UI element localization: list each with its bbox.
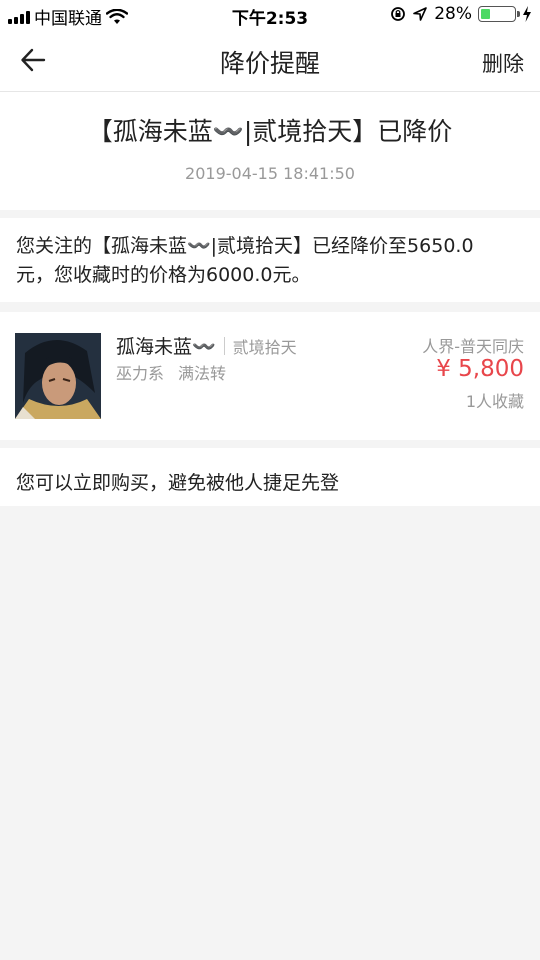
message-timestamp: 2019-04-15 18:41:50 <box>185 164 355 183</box>
hint-text: 您可以立即购买，避免被他人捷足先登 <box>16 472 340 494</box>
product-avatar <box>15 333 101 419</box>
hint-card: 您可以立即购买，避免被他人捷足先登 <box>0 448 540 506</box>
message-header: 【孤海未蓝〰️|贰境拾天】已降价 2019-04-15 18:41:50 <box>0 92 540 210</box>
product-name: 孤海未蓝〰️ <box>116 336 216 358</box>
message-body: 您关注的【孤海未蓝〰️|贰境拾天】已经降价至5650.0元，您收藏时的价格为60… <box>16 235 474 286</box>
product-price: ¥ 5,800 <box>436 356 524 382</box>
product-tag: 巫力系 <box>116 364 165 383</box>
delete-button[interactable]: 删除 <box>482 48 524 78</box>
message-title: 【孤海未蓝〰️|贰境拾天】已降价 <box>87 117 453 146</box>
battery-percent: 28% <box>434 4 472 24</box>
location-arrow-icon <box>413 7 428 21</box>
divider <box>223 336 225 355</box>
product-card[interactable]: 孤海未蓝〰️ 贰境拾天 巫力系 满法转 人界-普天同庆 ¥ 5,800 1人收藏 <box>0 312 540 440</box>
product-tag: 满法转 <box>178 364 227 383</box>
battery-fill <box>481 9 490 19</box>
page-title: 降价提醒 <box>219 49 320 78</box>
product-region: 人界-普天同庆 <box>422 337 524 356</box>
lightning-icon <box>523 6 531 22</box>
nav-bar: 降价提醒 删除 <box>0 30 540 92</box>
status-bar: 中国联通 下午2:53 28% <box>0 0 540 30</box>
rotation-lock-icon <box>391 7 406 21</box>
product-favorites: 1人收藏 <box>465 392 524 411</box>
product-server: 贰境拾天 <box>232 337 297 357</box>
battery-icon <box>478 6 520 22</box>
product-tags: 巫力系 满法转 <box>116 360 226 384</box>
product-name-row: 孤海未蓝〰️ 贰境拾天 <box>116 332 297 359</box>
message-body-card: 您关注的【孤海未蓝〰️|贰境拾天】已经降价至5650.0元，您收藏时的价格为60… <box>0 218 540 302</box>
status-right: 28% <box>390 4 532 24</box>
